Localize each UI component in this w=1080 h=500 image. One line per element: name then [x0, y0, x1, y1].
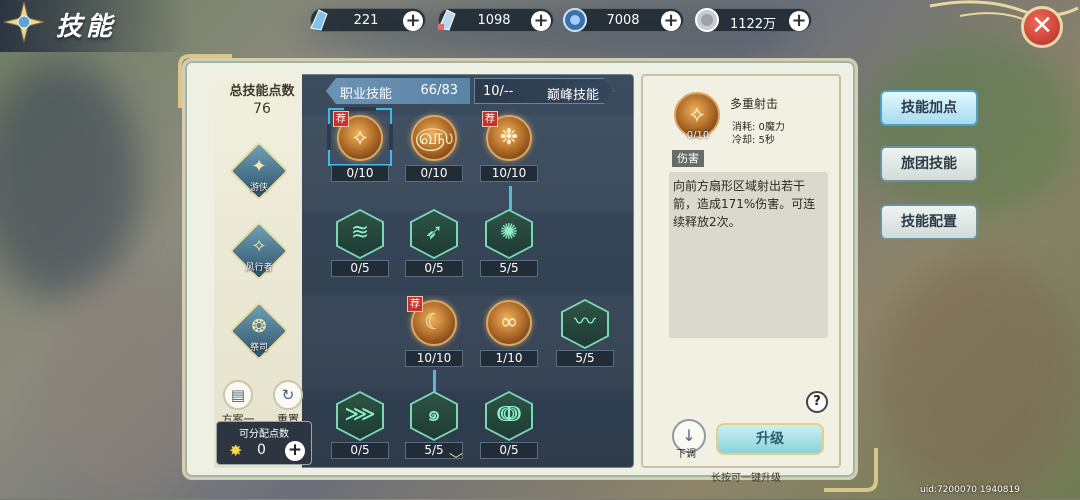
resource-crystal-pen: 1098 +: [438, 8, 554, 32]
add-crystal-button[interactable]: +: [403, 11, 423, 31]
resource-value: 1122万: [729, 17, 777, 32]
plan-one-button[interactable]: ▤ 方案一: [218, 380, 258, 426]
silver-coin-icon: [695, 8, 719, 32]
resource-silver: 1122万 +: [695, 8, 812, 32]
page-title: 技能: [56, 12, 117, 42]
skill-slot[interactable]: ⋙ 0/5: [331, 391, 389, 462]
class-windrunner[interactable]: ✧ 风行者: [229, 221, 289, 284]
skill-level: 10/10: [480, 165, 538, 182]
star-icon: ✸: [229, 441, 243, 460]
cyclone-skill-icon: ↈ: [496, 402, 522, 427]
recommend-badge: 荐: [333, 111, 349, 127]
reset-icon: ↻: [273, 380, 303, 410]
total-points-value: 76: [253, 101, 271, 117]
crystal-pen-icon: [438, 9, 456, 31]
arrow-rain-skill-icon: ⋙: [344, 402, 376, 427]
alloc-value: 0: [257, 442, 266, 458]
skill-level: 0/5: [331, 442, 389, 459]
burst-skill-icon: ✺: [499, 220, 519, 245]
skill-slot[interactable]: ⟡ 荐 0/10: [331, 111, 389, 185]
skill-slot[interactable]: ❉ 荐 10/10: [480, 111, 538, 185]
skill-level: 0/5: [480, 442, 538, 459]
resource-value: 7008: [606, 13, 640, 28]
priest-class-icon: ❂: [251, 316, 267, 337]
skill-tag: 伤害: [672, 150, 704, 167]
skill-level: 0/10: [331, 165, 389, 182]
skill-config-button[interactable]: 技能配置: [880, 204, 978, 240]
help-button[interactable]: ?: [806, 391, 828, 413]
reset-button[interactable]: ↻ 重置: [268, 380, 308, 426]
skill-level: 0/5: [331, 260, 389, 277]
skill-slot[interactable]: ☾ 荐 10/10: [405, 296, 463, 370]
class-label: 游侠: [249, 183, 268, 193]
class-ranger[interactable]: ✦ 游侠: [229, 141, 289, 204]
bow-skill-icon: ➶: [424, 220, 444, 245]
skill-points-button[interactable]: 技能加点: [880, 90, 978, 126]
skill-slot[interactable]: ∞ 1/10: [480, 300, 538, 370]
blue-crystal-icon: [310, 9, 328, 31]
downgrade-label: 下调: [676, 449, 696, 460]
skill-level: 0/5: [405, 260, 463, 277]
class-label: 祭司: [249, 343, 268, 353]
skill-slot[interactable]: 〰 5/5: [556, 299, 614, 370]
skill-level: 5/5: [556, 350, 614, 367]
skill-slot[interactable]: ➶ 0/5: [405, 209, 463, 280]
detail-level: 0/10: [686, 130, 710, 141]
ranger-class-icon: ✦: [251, 156, 267, 177]
twist-skill-icon: ∞: [499, 310, 519, 335]
tab-label: 职业技能: [340, 87, 393, 102]
skill-level: 1/10: [480, 350, 538, 367]
add-silver-button[interactable]: +: [789, 11, 809, 31]
skill-level: 10/10: [405, 350, 463, 367]
skill-slot[interactable]: ↈ 0/5: [480, 391, 538, 462]
windrunner-class-icon: ✧: [251, 236, 267, 257]
tab-points: 10/--: [483, 84, 514, 99]
class-priest[interactable]: ❂ 祭司: [229, 301, 289, 364]
vortex-skill-icon: ๑: [427, 402, 441, 427]
tab-job-skills[interactable]: 职业技能 66/83: [326, 78, 470, 104]
add-badge-button[interactable]: +: [661, 11, 681, 31]
skill-slot[interactable]: ✺ 5/5: [480, 209, 538, 280]
allocatable-points: 可分配点数 ✸ 0 +: [216, 421, 312, 465]
resource-badge: 7008 +: [563, 8, 684, 32]
add-points-button[interactable]: +: [285, 441, 305, 461]
skill-description: 向前方扇形区域射出若干箭，造成171%伤害。可连续释放2次。: [673, 179, 816, 229]
skill-cooldown: 冷却: 5秒: [732, 135, 775, 146]
tab-peak-skills[interactable]: 10/-- 巅峰技能: [474, 78, 614, 104]
total-points-label: 总技能点数: [229, 84, 295, 99]
blue-badge-icon: [563, 8, 587, 32]
user-id: uid:7200070 1940819: [920, 485, 1020, 495]
resource-value: 1098: [477, 13, 511, 28]
upgrade-button[interactable]: 升级: [716, 423, 824, 455]
skill-link: [433, 370, 436, 392]
swirl-arrow-skill-icon: ௵: [414, 125, 454, 150]
alloc-label: 可分配点数: [239, 429, 289, 440]
resource-crystal: 221 +: [310, 8, 426, 32]
recommend-badge: 荐: [407, 296, 423, 312]
class-label: 风行者: [245, 263, 273, 273]
compass-emblem-icon: [3, 1, 45, 43]
title-bar: 技能: [0, 0, 190, 52]
skill-slot[interactable]: ௵ 0/10: [405, 115, 463, 185]
skill-link: [509, 186, 512, 210]
clipboard-icon: ▤: [223, 380, 253, 410]
tab-label: 巅峰技能: [546, 88, 599, 103]
wind-slash-skill-icon: ≋: [350, 220, 370, 245]
add-crystal-pen-button[interactable]: +: [531, 11, 551, 31]
recommend-badge: 荐: [482, 111, 498, 127]
upgrade-hint: 长按可一键升级: [711, 473, 781, 484]
skill-slot[interactable]: ≋ 0/5: [331, 209, 389, 280]
guild-skills-button[interactable]: 旅团技能: [880, 146, 978, 182]
skill-level: 5/5: [480, 260, 538, 277]
skill-level: 0/10: [405, 165, 463, 182]
skill-name: 多重射击: [730, 97, 779, 111]
tab-points: 66/83: [420, 83, 458, 98]
resource-value: 221: [353, 13, 379, 28]
scroll-down-chevron-icon[interactable]: ﹀: [449, 450, 463, 470]
close-button[interactable]: ✕: [1021, 6, 1063, 48]
gust-skill-icon: 〰: [573, 310, 596, 335]
